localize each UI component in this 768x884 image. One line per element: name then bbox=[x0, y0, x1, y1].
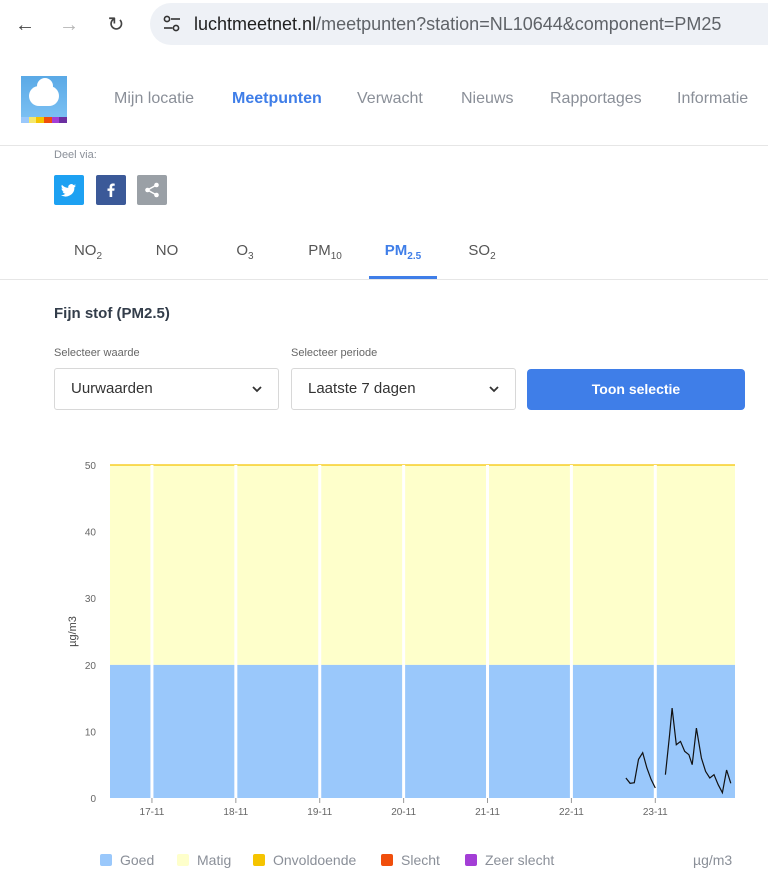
legend-swatch bbox=[465, 854, 477, 866]
x-tick-label: 23-11 bbox=[643, 807, 668, 818]
tab-label: SO bbox=[468, 242, 491, 259]
nav-item-rapportages[interactable]: Rapportages bbox=[550, 90, 642, 108]
period-select-label: Selecteer periode bbox=[291, 347, 378, 359]
tab-no[interactable]: NO bbox=[132, 224, 202, 279]
share-label: Deel via: bbox=[54, 149, 97, 161]
tab-no2[interactable]: NO2 bbox=[54, 224, 122, 279]
value-select-value: Uurwaarden bbox=[71, 380, 153, 397]
component-tabs: NO2 NO O3 PM10 PM2.5 SO2 bbox=[0, 224, 768, 280]
tab-label: NO bbox=[155, 242, 179, 259]
tab-o3[interactable]: O3 bbox=[210, 224, 280, 279]
period-select[interactable]: Laatste 7 dagen bbox=[291, 368, 516, 410]
tab-so2[interactable]: SO2 bbox=[450, 224, 514, 279]
address-bar[interactable]: luchtmeetnet.nl/meetpunten?station=NL106… bbox=[150, 3, 768, 45]
legend-item-onvoldoende[interactable]: Onvoldoende bbox=[253, 852, 356, 868]
nav-item-nieuws[interactable]: Nieuws bbox=[461, 90, 513, 108]
legend-swatch bbox=[177, 854, 189, 866]
tab-subscript: 3 bbox=[248, 251, 254, 262]
legend-label: Slecht bbox=[401, 852, 440, 868]
period-select-value: Laatste 7 dagen bbox=[308, 380, 416, 397]
tab-subscript: 2 bbox=[490, 251, 496, 262]
legend-label: Matig bbox=[197, 852, 232, 868]
back-arrow-icon[interactable]: ← bbox=[12, 12, 38, 38]
twitter-share-button[interactable] bbox=[54, 175, 84, 205]
x-tick-label: 20-11 bbox=[391, 807, 416, 818]
twitter-icon bbox=[60, 184, 76, 197]
x-tick-label: 18-11 bbox=[223, 807, 248, 818]
cloud-icon bbox=[29, 78, 59, 106]
tab-subscript: 2.5 bbox=[407, 251, 422, 262]
site-settings-icon[interactable] bbox=[162, 15, 182, 33]
nav-item-meetpunten[interactable]: Meetpunten bbox=[232, 90, 322, 108]
tab-label: PM bbox=[308, 242, 331, 259]
value-select[interactable]: Uurwaarden bbox=[54, 368, 279, 410]
tab-label: PM bbox=[384, 242, 408, 259]
nav-item-mijn-locatie[interactable]: Mijn locatie bbox=[114, 90, 194, 108]
y-axis-label: µg/m3 bbox=[67, 616, 79, 647]
nav-item-verwacht[interactable]: Verwacht bbox=[357, 90, 423, 108]
chevron-down-icon bbox=[489, 386, 499, 393]
pm25-chart: 0 10 20 30 40 50 17-11 18-11 19-11 20-11 21-11 22-1… bbox=[50, 450, 750, 830]
forward-arrow-icon[interactable]: → bbox=[56, 12, 82, 38]
show-selection-button[interactable]: Toon selectie bbox=[527, 369, 745, 410]
x-tick-label: 22-11 bbox=[559, 807, 584, 818]
chart-legend: µg/m3 Goed Matig Onvoldoende Slecht Zeer sle… bbox=[0, 852, 768, 874]
legend-swatch bbox=[381, 854, 393, 866]
legend-item-slecht[interactable]: Slecht bbox=[381, 852, 440, 868]
band-goed bbox=[110, 664, 735, 798]
legend-label: Goed bbox=[120, 852, 155, 868]
value-select-label: Selecteer waarde bbox=[54, 347, 140, 359]
y-tick-label: 0 bbox=[90, 794, 96, 805]
browser-toolbar: ← → ↻ luchtmeetnet.nl/meetpunten?station… bbox=[0, 0, 768, 50]
reload-icon[interactable]: ↻ bbox=[103, 12, 129, 38]
y-tick-label: 10 bbox=[85, 727, 97, 738]
tab-pm10[interactable]: PM10 bbox=[282, 224, 368, 279]
nav-item-informatie[interactable]: Informatie bbox=[677, 90, 748, 108]
y-tick-label: 20 bbox=[85, 661, 97, 672]
legend-item-matig[interactable]: Matig bbox=[177, 852, 231, 868]
legend-unit: µg/m3 bbox=[693, 852, 733, 868]
url-host: luchtmeetnet.nl bbox=[194, 14, 317, 34]
url-text: luchtmeetnet.nl/meetpunten?station=NL106… bbox=[194, 14, 721, 35]
share-button[interactable] bbox=[137, 175, 167, 205]
facebook-icon bbox=[107, 183, 115, 197]
chart-svg: 0 10 20 30 40 50 17-11 18-11 19-11 20-11 21-11 22-1… bbox=[67, 461, 735, 818]
section-title: Fijn stof (PM2.5) bbox=[54, 305, 170, 322]
legend-label: Zeer slecht bbox=[485, 852, 555, 868]
chevron-down-icon bbox=[252, 386, 262, 393]
y-tick-label: 40 bbox=[85, 528, 97, 539]
tab-pm25[interactable]: PM2.5 bbox=[369, 224, 437, 279]
legend-item-zeer-slecht[interactable]: Zeer slecht bbox=[465, 852, 554, 868]
tab-label: NO bbox=[73, 242, 97, 259]
x-tick-label: 17-11 bbox=[140, 807, 165, 818]
legend-label: Onvoldoende bbox=[273, 852, 357, 868]
x-tick-label: 21-11 bbox=[475, 807, 500, 818]
tab-subscript: 10 bbox=[330, 251, 342, 262]
legend-swatch bbox=[253, 854, 265, 866]
luchtmeetnet-logo[interactable] bbox=[21, 76, 67, 123]
facebook-share-button[interactable] bbox=[96, 175, 126, 205]
share-icon bbox=[145, 182, 159, 198]
site-header: Mijn locatie Meetpunten Verwacht Nieuws Rapp… bbox=[0, 50, 768, 146]
legend-item-goed[interactable]: Goed bbox=[100, 852, 154, 868]
tab-label: O bbox=[236, 242, 249, 259]
logo-color-strip bbox=[21, 117, 67, 123]
tab-subscript: 2 bbox=[96, 251, 103, 262]
url-path: /meetpunten?station=NL10644&component=PM… bbox=[316, 14, 722, 34]
y-tick-label: 30 bbox=[85, 594, 97, 605]
legend-swatch bbox=[100, 854, 112, 866]
y-tick-label: 50 bbox=[85, 461, 97, 472]
x-tick-label: 19-11 bbox=[307, 807, 332, 818]
band-matig bbox=[110, 465, 735, 665]
